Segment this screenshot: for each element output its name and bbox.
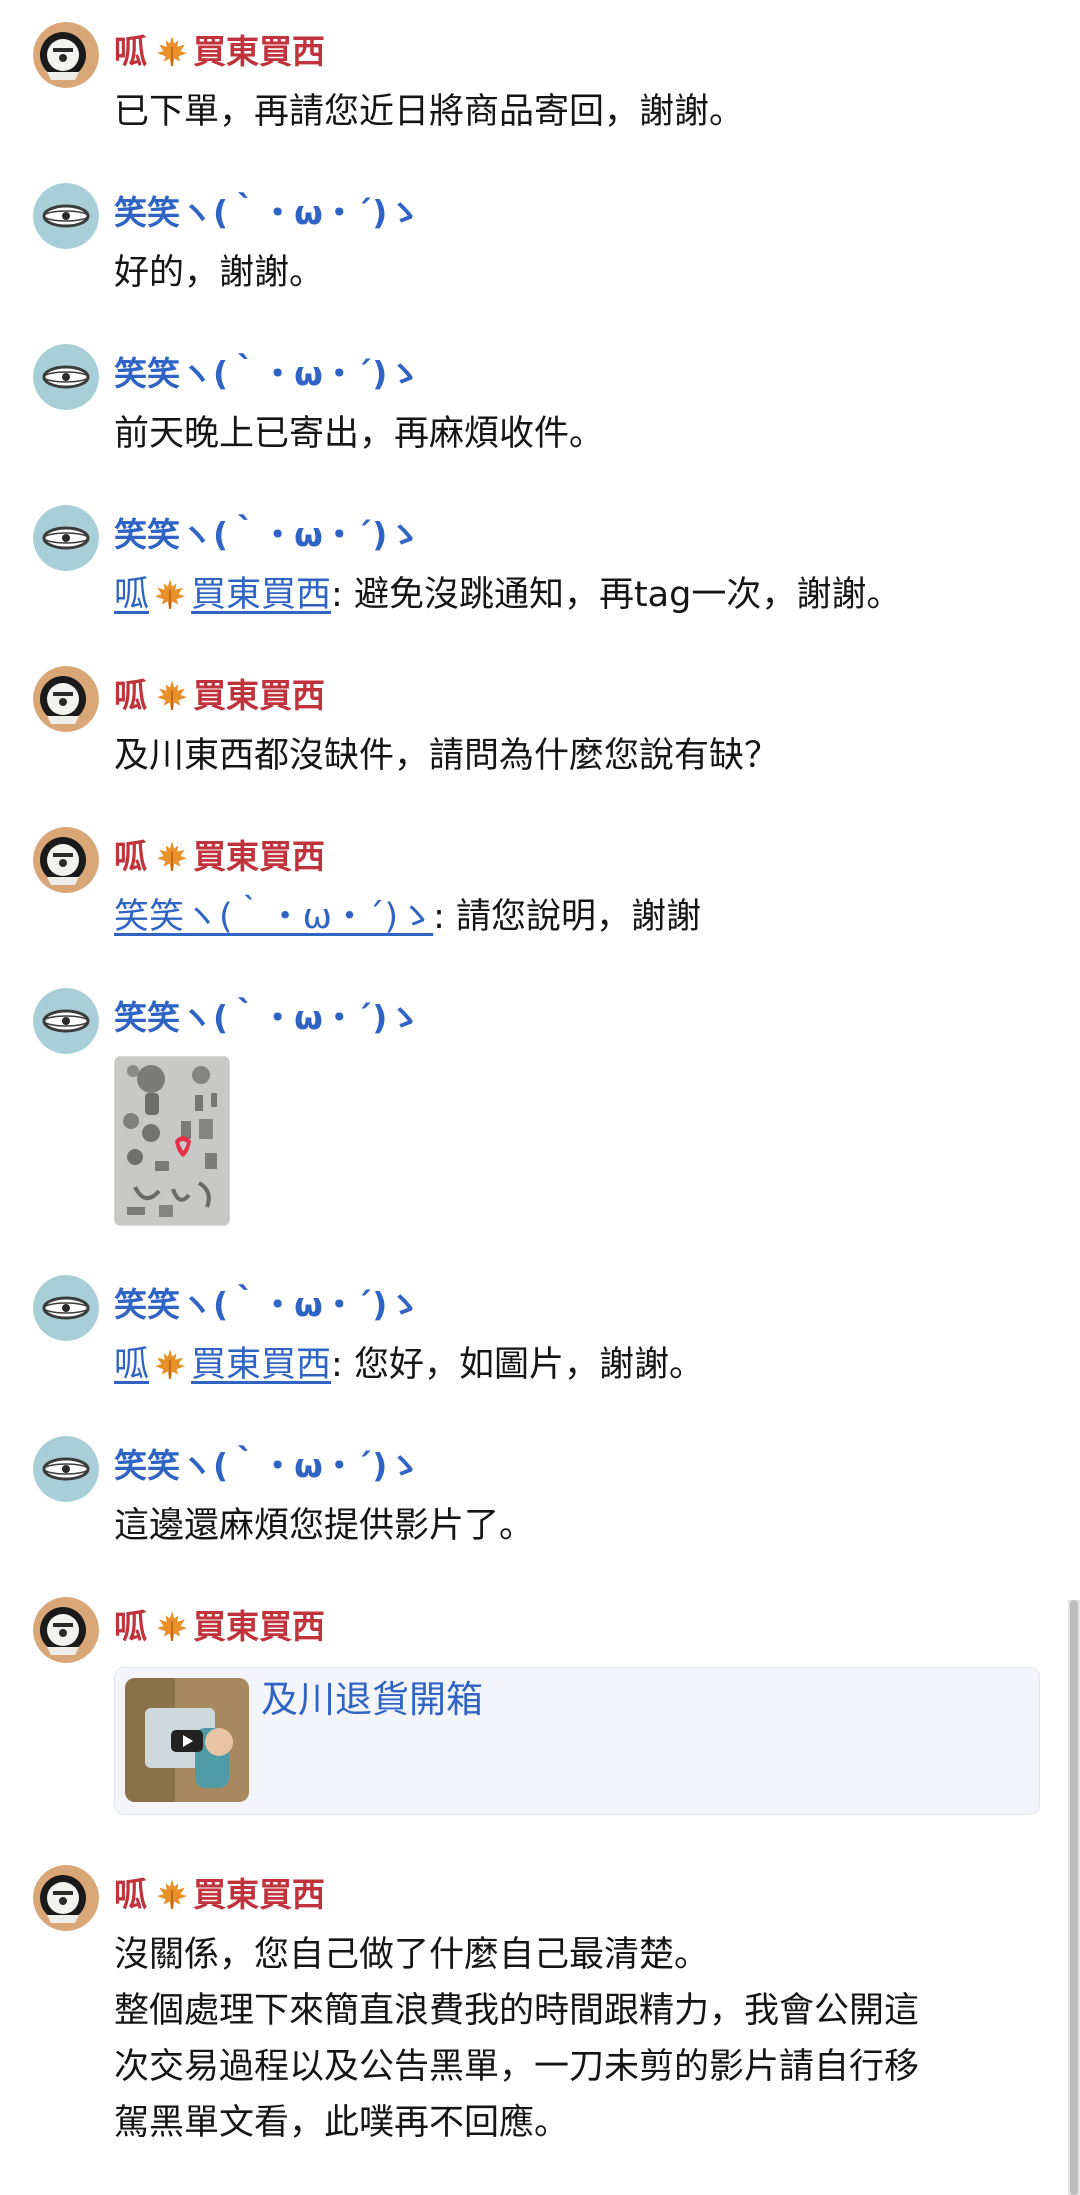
maple-leaf-icon — [155, 1609, 189, 1643]
message-text: 這邊還麻煩您提供影片了。 — [114, 1506, 535, 1546]
sender-name-label: 呱 — [114, 676, 147, 715]
avatar[interactable] — [33, 988, 99, 1054]
avatar[interactable] — [33, 1597, 99, 1663]
avatar[interactable] — [33, 1436, 99, 1502]
message-text: 前天晚上已寄出，再麻煩收件。 — [114, 414, 605, 454]
sender-name-label: 呱 — [114, 32, 147, 71]
mention-name: 呱 — [114, 575, 150, 615]
sender-name[interactable]: 笑笑ヽ(｀・ω・´)ゝ — [114, 193, 420, 233]
message-body: : 請您說明，謝謝 — [433, 897, 702, 937]
sender-name[interactable]: 呱 買東買西 — [114, 676, 325, 716]
message-text: 笑笑ヽ(｀・ω・´)ゝ: 請您說明，謝謝 — [114, 893, 701, 941]
message-text: 呱 買東買西: 避免沒跳通知，再tag一次，謝謝。 — [114, 571, 901, 619]
sender-name-suffix: 買東買西 — [193, 837, 325, 876]
maple-leaf-icon — [153, 1347, 187, 1381]
sender-name[interactable]: 笑笑ヽ(｀・ω・´)ゝ — [114, 998, 420, 1038]
message-text: 好的，謝謝。 — [114, 253, 325, 293]
avatar[interactable] — [33, 666, 99, 732]
maple-leaf-icon — [155, 678, 189, 712]
mention-suffix: 買東買西 — [191, 575, 332, 615]
mention-name: 呱 — [114, 1345, 150, 1385]
maple-leaf-icon — [155, 34, 189, 68]
sender-name-label: 呱 — [114, 1607, 147, 1646]
avatar[interactable] — [33, 183, 99, 249]
video-thumbnail[interactable] — [125, 1678, 249, 1802]
avatar[interactable] — [33, 1865, 99, 1931]
sender-name-label: 呱 — [114, 837, 147, 876]
scrollbar[interactable] — [1068, 1600, 1080, 2195]
message-body: : 避免沒跳通知，再tag一次，謝謝。 — [331, 575, 902, 615]
maple-leaf-icon — [155, 839, 189, 873]
mention-link[interactable]: 笑笑ヽ(｀・ω・´)ゝ — [114, 897, 433, 937]
scrollbar-thumb[interactable] — [1070, 1600, 1078, 2195]
message-body: : 您好，如圖片，謝謝。 — [331, 1345, 704, 1385]
sender-name[interactable]: 呱 買東買西 — [114, 32, 325, 72]
message-line: 整個處理下來簡直浪費我的時間跟精力，我會公開這 — [114, 1991, 920, 2031]
message-line: 次交易過程以及公告黑單，一刀未剪的影片請自行移 — [114, 2047, 920, 2087]
maple-leaf-icon — [155, 1877, 189, 1911]
mention-suffix: 買東買西 — [191, 1345, 332, 1385]
video-link-title[interactable]: 及川退貨開箱 — [261, 1676, 483, 1724]
avatar[interactable] — [33, 505, 99, 571]
sender-name-suffix: 買東買西 — [193, 1875, 325, 1914]
message-text: 已下單，再請您近日將商品寄回，謝謝。 — [114, 92, 745, 132]
message-text: 沒關係，您自己做了什麼自己最清楚。 整個處理下來簡直浪費我的時間跟精力，我會公開… — [114, 1931, 919, 2147]
message-text: 呱 買東買西: 您好，如圖片，謝謝。 — [114, 1341, 704, 1389]
avatar[interactable] — [33, 22, 99, 88]
message-line: 駕黑單文看，此噗再不回應。 — [114, 2103, 570, 2143]
video-link-card[interactable]: 及川退貨開箱 — [114, 1667, 1040, 1815]
message-line: 沒關係，您自己做了什麼自己最清楚。 — [114, 1935, 710, 1975]
maple-leaf-icon — [153, 577, 187, 611]
sender-name[interactable]: 笑笑ヽ(｀・ω・´)ゝ — [114, 1285, 420, 1325]
attached-image[interactable] — [114, 1056, 230, 1226]
sender-name[interactable]: 笑笑ヽ(｀・ω・´)ゝ — [114, 515, 420, 555]
sender-name[interactable]: 笑笑ヽ(｀・ω・´)ゝ — [114, 354, 420, 394]
chat-timeline: 呱買東買西 已下單，再請您近日將商品寄回，謝謝。 笑笑ヽ(｀・ω・´)ゝ 好的，… — [0, 0, 1080, 2195]
avatar[interactable] — [33, 827, 99, 893]
mention-link[interactable]: 呱 買東買西 — [114, 1345, 331, 1385]
sender-name[interactable]: 呱 買東買西 — [114, 1607, 325, 1647]
sender-name-suffix: 買東買西 — [193, 32, 325, 71]
sender-name[interactable]: 呱 買東買西 — [114, 1875, 325, 1915]
message-text: 及川東西都沒缺件，請問為什麼您說有缺？ — [114, 736, 780, 776]
avatar[interactable] — [33, 344, 99, 410]
sender-name-label: 呱 — [114, 1875, 147, 1914]
sender-name[interactable]: 笑笑ヽ(｀・ω・´)ゝ — [114, 1446, 420, 1486]
sender-name-suffix: 買東買西 — [193, 676, 325, 715]
sender-name[interactable]: 呱 買東買西 — [114, 837, 325, 877]
mention-link[interactable]: 呱 買東買西 — [114, 575, 331, 615]
avatar[interactable] — [33, 1275, 99, 1341]
sender-name-suffix: 買東買西 — [193, 1607, 325, 1646]
